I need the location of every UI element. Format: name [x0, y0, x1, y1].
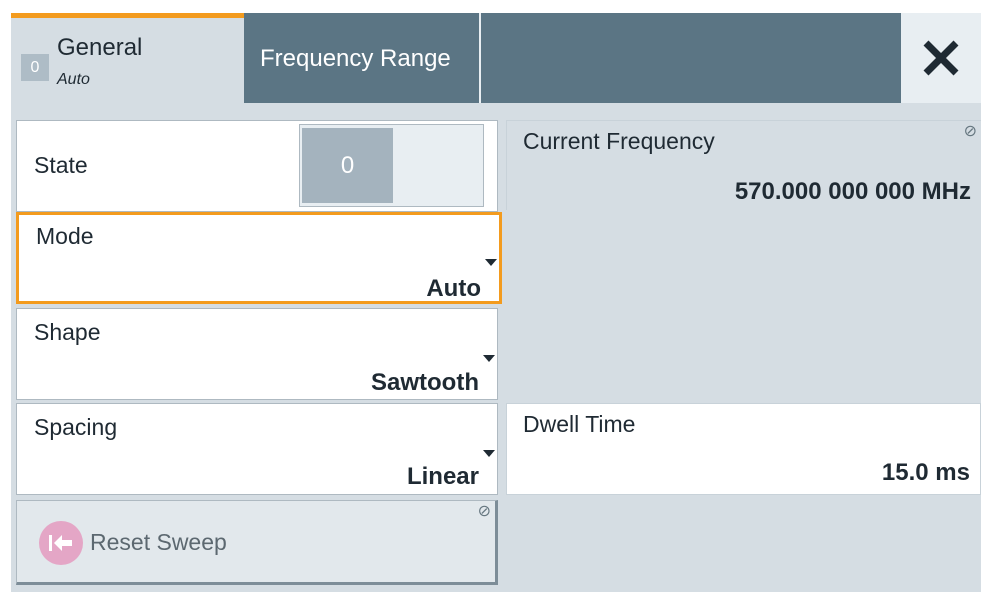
state-toggle[interactable]: 0	[299, 124, 484, 207]
spacing-dropdown[interactable]: Spacing Linear	[16, 403, 498, 495]
tab-state-badge: 0	[21, 54, 49, 81]
tab-general-label: General	[57, 34, 143, 61]
reset-sweep-button[interactable]: ⊘ Reset Sweep	[16, 500, 498, 585]
shape-value: Sawtooth	[371, 369, 479, 396]
mode-label: Mode	[36, 223, 94, 249]
chevron-down-icon	[483, 355, 495, 362]
dwell-time-label: Dwell Time	[523, 411, 636, 437]
close-button[interactable]	[901, 13, 981, 103]
shape-label: Shape	[34, 319, 101, 345]
state-label: State	[34, 152, 88, 178]
current-frequency-field: Current Frequency ⊘ 570.000 000 000 MHz	[506, 120, 981, 210]
read-only-icon: ⊘	[963, 123, 977, 140]
reset-sweep-label: Reset Sweep	[90, 529, 227, 555]
current-frequency-label: Current Frequency	[523, 128, 715, 154]
tab-general[interactable]: 0 General Auto	[11, 13, 244, 105]
shape-dropdown[interactable]: Shape Sawtooth	[16, 308, 498, 400]
dwell-time-value: 15.0 ms	[881, 459, 970, 486]
state-field: State 0	[16, 120, 498, 212]
dwell-time-field[interactable]: Dwell Time 15.0 ms	[506, 403, 981, 495]
tab-frequency-range-label: Frequency Range	[260, 45, 451, 72]
read-only-icon: ⊘	[477, 503, 491, 520]
reset-arrow-icon	[39, 521, 83, 565]
spacing-label: Spacing	[34, 414, 118, 440]
tab-frequency-range[interactable]: Frequency Range	[246, 13, 481, 103]
mode-value: Auto	[426, 275, 481, 302]
close-icon	[923, 40, 959, 76]
state-toggle-off: 0	[302, 128, 393, 203]
mode-dropdown[interactable]: Mode Auto	[16, 212, 502, 304]
spacing-value: Linear	[406, 463, 479, 490]
chevron-down-icon	[483, 450, 495, 457]
sweep-dialog: 0 General Auto Frequency Range State 0 C…	[11, 13, 981, 592]
tab-general-subtitle: Auto	[57, 71, 90, 88]
tab-bar: 0 General Auto Frequency Range	[11, 13, 981, 105]
current-frequency-value: 570.000 000 000 MHz	[734, 178, 971, 205]
chevron-down-icon	[485, 259, 497, 266]
